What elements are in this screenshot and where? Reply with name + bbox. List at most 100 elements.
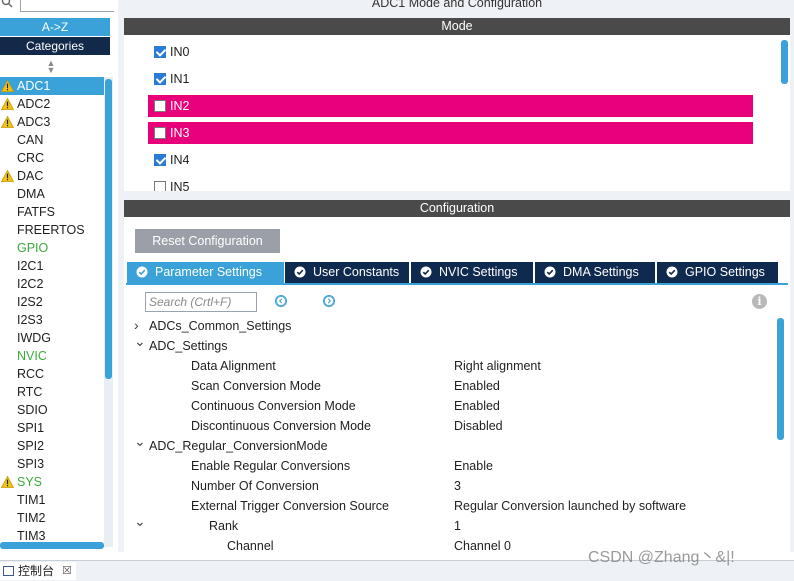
category-item-freertos[interactable]: FREERTOS xyxy=(0,221,104,239)
category-item-spi3[interactable]: SPI3 xyxy=(0,455,104,473)
mode-scrollbar-thumb[interactable] xyxy=(781,40,788,84)
tree-parameter-row[interactable]: Enable Regular Conversions Enable xyxy=(124,456,774,476)
category-item-label: CRC xyxy=(17,151,45,165)
sidebar-search-input[interactable] xyxy=(20,0,114,12)
category-item-adc1[interactable]: ADC1 xyxy=(0,77,104,95)
channel-checkbox[interactable] xyxy=(154,154,166,166)
category-item-nvic[interactable]: NVIC xyxy=(0,347,104,365)
category-item-label: I2C1 xyxy=(17,259,44,273)
parameter-value[interactable]: 3 xyxy=(454,476,461,496)
tree-group-row[interactable]: ⌄ ADC_Regular_ConversionMode xyxy=(124,433,774,456)
channel-row-in5[interactable]: IN5 xyxy=(148,176,348,191)
channel-row-in4[interactable]: IN4 xyxy=(148,149,348,171)
category-item-fatfs[interactable]: FATFS xyxy=(0,203,104,221)
channel-checkbox[interactable] xyxy=(154,73,166,85)
category-item-crc[interactable]: CRC xyxy=(0,149,104,167)
parameter-value[interactable]: Disabled xyxy=(454,416,503,436)
category-item-tim2[interactable]: TIM2 xyxy=(0,509,104,527)
tree-parameter-row[interactable]: ⌄ Rank 1 xyxy=(124,513,774,536)
channel-row-in2[interactable]: IN2 xyxy=(148,95,753,117)
category-item-spi1[interactable]: SPI1 xyxy=(0,419,104,437)
category-item-rcc[interactable]: RCC xyxy=(0,365,104,383)
category-item-tim1[interactable]: TIM1 xyxy=(0,491,104,509)
category-item-label: CAN xyxy=(17,133,44,147)
category-item-label: SDIO xyxy=(17,403,48,417)
tree-parameter-row[interactable]: Number Of Conversion 3 xyxy=(124,476,774,496)
parameter-value[interactable]: 1 xyxy=(454,516,461,536)
chevron-down-icon[interactable]: ⌄ xyxy=(134,511,146,531)
category-item-i2s2[interactable]: I2S2 xyxy=(0,293,104,311)
category-item-i2c1[interactable]: I2C1 xyxy=(0,257,104,275)
parameter-value[interactable]: Enabled xyxy=(454,396,500,416)
reset-configuration-button[interactable]: Reset Configuration xyxy=(135,229,280,253)
channel-row-in0[interactable]: IN0 xyxy=(148,41,348,63)
parameter-value[interactable]: Right alignment xyxy=(454,356,541,376)
parameter-value[interactable]: Regular Conversion launched by software xyxy=(454,496,686,516)
tab-label: User Constants xyxy=(313,265,400,279)
sort-az-button[interactable]: A->Z xyxy=(0,18,110,36)
tree-parameter-row[interactable]: Continuous Conversion Mode Enabled xyxy=(124,396,774,416)
tree-group-row[interactable]: › ADCs_Common_Settings xyxy=(124,316,774,336)
category-item-iwdg[interactable]: IWDG xyxy=(0,329,104,347)
tree-parameter-row[interactable]: External Trigger Conversion Source Regula… xyxy=(124,496,774,516)
panel-title: ADC1 Mode and Configuration xyxy=(371,0,543,10)
warning-icon xyxy=(1,98,14,110)
sidebar-scrollbar-thumb[interactable] xyxy=(105,79,112,379)
category-item-adc2[interactable]: ADC2 xyxy=(0,95,104,113)
parameter-scrollbar-thumb[interactable] xyxy=(777,318,784,440)
channel-checkbox[interactable] xyxy=(154,46,166,58)
category-item-can[interactable]: CAN xyxy=(0,131,104,149)
channel-checkbox[interactable] xyxy=(154,100,166,112)
tree-parameter-row[interactable]: Scan Conversion Mode Enabled xyxy=(124,376,774,396)
warning-icon xyxy=(1,476,14,488)
category-item-adc3[interactable]: ADC3 xyxy=(0,113,104,131)
sort-arrows-icon[interactable]: ▲ ▼ xyxy=(46,59,56,75)
parameter-value[interactable]: Enable xyxy=(454,456,493,476)
channel-row-in3[interactable]: IN3 xyxy=(148,122,753,144)
category-item-label: NVIC xyxy=(17,349,47,363)
category-item-label: ADC1 xyxy=(17,79,51,93)
category-item-label: I2S2 xyxy=(17,295,43,309)
channel-checkbox[interactable] xyxy=(154,181,166,191)
category-item-sdio[interactable]: SDIO xyxy=(0,401,104,419)
parameter-name: External Trigger Conversion Source xyxy=(191,499,390,513)
parameter-value[interactable]: Channel 0 xyxy=(454,536,511,552)
tab-nvic-settings[interactable]: NVIC Settings xyxy=(411,262,533,283)
chevron-down-icon[interactable]: ⌄ xyxy=(134,331,146,351)
category-item-i2c2[interactable]: I2C2 xyxy=(0,275,104,293)
channel-row-in1[interactable]: IN1 xyxy=(148,68,348,90)
parameter-value[interactable]: Enabled xyxy=(454,376,500,396)
mode-channel-list: IN0 IN1 IN2 IN3 IN4 IN5 xyxy=(124,35,790,191)
category-item-rtc[interactable]: RTC xyxy=(0,383,104,401)
parameter-name: ADC_Settings xyxy=(149,339,228,353)
categories-button[interactable]: Categories xyxy=(0,37,110,55)
sidebar-horizontal-scrollbar[interactable] xyxy=(0,542,104,549)
tab-label: DMA Settings xyxy=(563,265,639,279)
chevron-down-icon[interactable]: ⌄ xyxy=(134,431,146,451)
tab-user-constants[interactable]: User Constants xyxy=(285,262,409,283)
category-item-dac[interactable]: DAC xyxy=(0,167,104,185)
parameter-search-input[interactable] xyxy=(149,294,253,310)
parameter-name: ADC_Regular_ConversionMode xyxy=(149,439,328,453)
close-icon[interactable]: ☒ xyxy=(62,562,72,580)
tree-parameter-row[interactable]: Data Alignment Right alignment xyxy=(124,356,774,376)
category-item-gpio[interactable]: GPIO xyxy=(0,239,104,257)
tab-parameter-settings[interactable]: Parameter Settings xyxy=(127,262,284,283)
category-item-dma[interactable]: DMA xyxy=(0,185,104,203)
category-item-sys[interactable]: SYS xyxy=(0,473,104,491)
tab-gpio-settings[interactable]: GPIO Settings xyxy=(657,262,778,283)
parameter-search-field[interactable] xyxy=(145,292,257,312)
tab-dma-settings[interactable]: DMA Settings xyxy=(535,262,655,283)
search-icon[interactable] xyxy=(1,0,13,8)
tree-group-row[interactable]: ⌄ ADC_Settings xyxy=(124,333,774,356)
category-item-label: IWDG xyxy=(17,331,52,345)
parameter-name: Channel xyxy=(227,539,274,552)
channel-checkbox[interactable] xyxy=(154,127,166,139)
info-icon[interactable]: i xyxy=(752,294,767,309)
category-item-spi2[interactable]: SPI2 xyxy=(0,437,104,455)
category-item-i2s3[interactable]: I2S3 xyxy=(0,311,104,329)
previous-match-icon[interactable] xyxy=(275,295,287,307)
mode-section-header: Mode xyxy=(124,18,790,35)
next-match-icon[interactable] xyxy=(323,295,335,307)
tree-parameter-row[interactable]: Discontinuous Conversion Mode Disabled xyxy=(124,416,774,436)
